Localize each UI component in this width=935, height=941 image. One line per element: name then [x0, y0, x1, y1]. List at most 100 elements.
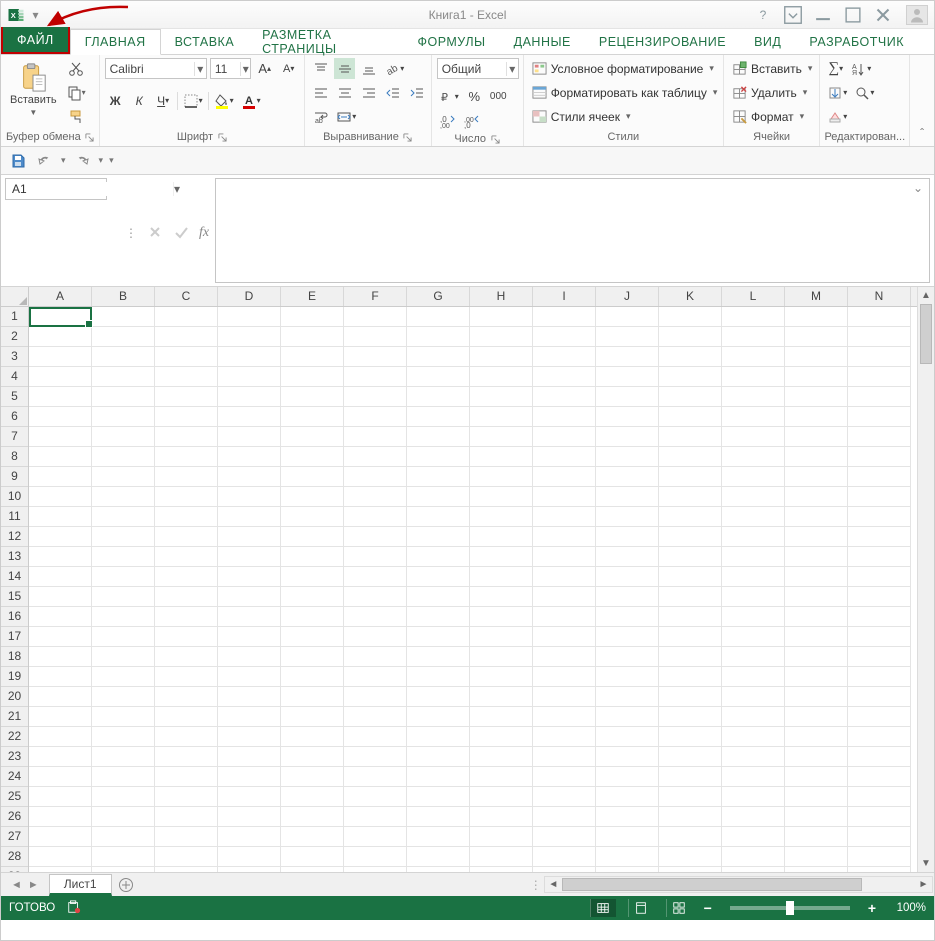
- cell[interactable]: [92, 447, 155, 467]
- cell[interactable]: [407, 787, 470, 807]
- row-header[interactable]: 23: [1, 747, 28, 767]
- cell[interactable]: [533, 547, 596, 567]
- number-format-input[interactable]: [438, 62, 506, 76]
- cell[interactable]: [407, 767, 470, 787]
- cell[interactable]: [29, 447, 92, 467]
- cell[interactable]: [785, 627, 848, 647]
- cell[interactable]: [659, 467, 722, 487]
- cell[interactable]: [470, 427, 533, 447]
- cell[interactable]: [344, 827, 407, 847]
- zoom-slider[interactable]: [730, 906, 850, 910]
- cell[interactable]: [596, 787, 659, 807]
- cell[interactable]: [281, 647, 344, 667]
- cell[interactable]: [344, 627, 407, 647]
- cell[interactable]: [281, 547, 344, 567]
- redo-icon[interactable]: [72, 150, 93, 171]
- cell[interactable]: [92, 747, 155, 767]
- column-header[interactable]: L: [722, 287, 785, 306]
- cell[interactable]: [407, 447, 470, 467]
- cell[interactable]: [659, 747, 722, 767]
- cell[interactable]: [281, 327, 344, 347]
- increase-decimal-icon[interactable]: ,0,00: [437, 110, 458, 131]
- row-header[interactable]: 3: [1, 347, 28, 367]
- cell[interactable]: [218, 327, 281, 347]
- cell[interactable]: [92, 547, 155, 567]
- cell[interactable]: [92, 367, 155, 387]
- cell[interactable]: [722, 787, 785, 807]
- cell[interactable]: [29, 547, 92, 567]
- cell[interactable]: [722, 667, 785, 687]
- cell[interactable]: [722, 367, 785, 387]
- cell[interactable]: [533, 467, 596, 487]
- cell[interactable]: [155, 587, 218, 607]
- font-name-input[interactable]: [106, 62, 194, 76]
- cell[interactable]: [407, 687, 470, 707]
- cell[interactable]: [29, 327, 92, 347]
- row-header[interactable]: 25: [1, 787, 28, 807]
- cell[interactable]: [848, 427, 911, 447]
- cell[interactable]: [281, 307, 344, 327]
- column-header[interactable]: C: [155, 287, 218, 306]
- worksheet-grid[interactable]: ABCDEFGHIJKLMN 1234567891011121314151617…: [1, 287, 934, 872]
- cell[interactable]: [344, 807, 407, 827]
- row-header[interactable]: 27: [1, 827, 28, 847]
- cell[interactable]: [722, 447, 785, 467]
- fill-color-icon[interactable]: ▾: [212, 90, 236, 111]
- cell[interactable]: [470, 707, 533, 727]
- cell[interactable]: [407, 667, 470, 687]
- cell[interactable]: [407, 487, 470, 507]
- align-bottom-icon[interactable]: [358, 58, 379, 79]
- cell[interactable]: [659, 707, 722, 727]
- conditional-formatting-button[interactable]: Условное форматирование▾: [529, 58, 721, 79]
- cell[interactable]: [596, 487, 659, 507]
- cell[interactable]: [281, 467, 344, 487]
- cell[interactable]: [281, 627, 344, 647]
- cell[interactable]: [785, 827, 848, 847]
- cell[interactable]: [407, 707, 470, 727]
- cell[interactable]: [596, 827, 659, 847]
- cell[interactable]: [281, 607, 344, 627]
- tab-view[interactable]: ВИД: [740, 29, 795, 54]
- tab-home[interactable]: ГЛАВНАЯ: [70, 29, 161, 55]
- cell[interactable]: [218, 707, 281, 727]
- cell[interactable]: [596, 567, 659, 587]
- cell[interactable]: [722, 607, 785, 627]
- cell[interactable]: [155, 307, 218, 327]
- view-page-layout-icon[interactable]: [628, 899, 654, 917]
- tab-developer[interactable]: РАЗРАБОТЧИК: [795, 29, 918, 54]
- cell[interactable]: [218, 367, 281, 387]
- cell[interactable]: [659, 507, 722, 527]
- cell[interactable]: [470, 687, 533, 707]
- cell[interactable]: [281, 687, 344, 707]
- cell[interactable]: [533, 427, 596, 447]
- wrap-text-icon[interactable]: ab: [310, 106, 331, 127]
- cell[interactable]: [407, 747, 470, 767]
- cell[interactable]: [659, 647, 722, 667]
- cell[interactable]: [155, 387, 218, 407]
- cell[interactable]: [155, 527, 218, 547]
- cell[interactable]: [92, 487, 155, 507]
- cell[interactable]: [596, 307, 659, 327]
- save-icon[interactable]: [7, 150, 28, 171]
- cell[interactable]: [596, 627, 659, 647]
- row-header[interactable]: 5: [1, 387, 28, 407]
- cell[interactable]: [407, 307, 470, 327]
- cell[interactable]: [722, 487, 785, 507]
- cell[interactable]: [29, 847, 92, 867]
- orientation-icon[interactable]: ab▾: [382, 58, 406, 79]
- cell[interactable]: [218, 787, 281, 807]
- cell[interactable]: [29, 507, 92, 527]
- cell[interactable]: [92, 327, 155, 347]
- cell[interactable]: [659, 347, 722, 367]
- cell[interactable]: [785, 467, 848, 487]
- cell[interactable]: [533, 327, 596, 347]
- cell[interactable]: [470, 367, 533, 387]
- cell[interactable]: [848, 847, 911, 867]
- cell[interactable]: [344, 467, 407, 487]
- cell[interactable]: [596, 347, 659, 367]
- cell[interactable]: [470, 307, 533, 327]
- cell[interactable]: [785, 327, 848, 347]
- cell[interactable]: [596, 407, 659, 427]
- cell[interactable]: [848, 727, 911, 747]
- cell[interactable]: [722, 387, 785, 407]
